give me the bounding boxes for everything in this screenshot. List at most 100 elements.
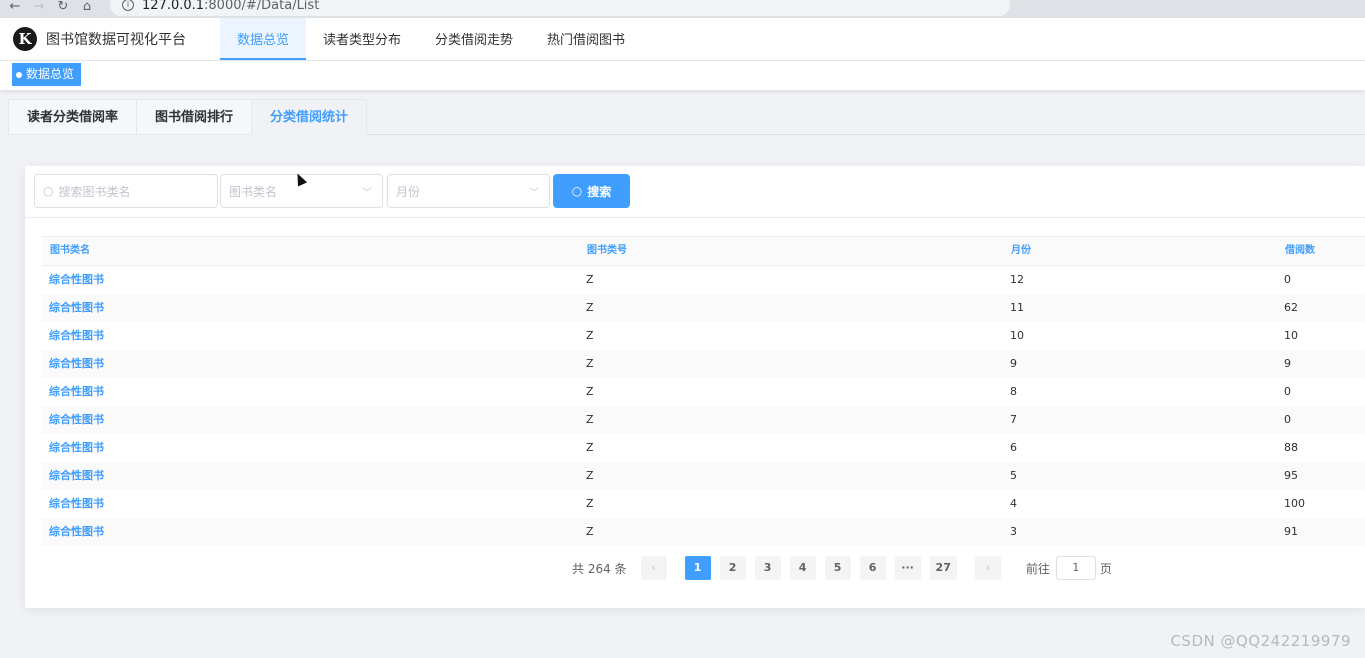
table-row[interactable]: 综合性图书 Z 10 10	[42, 322, 1365, 350]
top-header: K 图书馆数据可视化平台 数据总览 读者类型分布 分类借阅走势 热门借阅图书	[0, 18, 1365, 61]
table-row[interactable]: 综合性图书 Z 3 91	[42, 518, 1365, 546]
cell-category-name[interactable]: 综合性图书	[42, 378, 579, 406]
cell-category-name[interactable]: 综合性图书	[42, 518, 579, 546]
cell-category-code: Z	[586, 525, 594, 538]
cell-month: 6	[1010, 441, 1017, 454]
table-row[interactable]: 综合性图书 Z 9 9	[42, 350, 1365, 378]
search-button-label: 搜索	[587, 184, 612, 199]
goto-page: 前往 1 页	[1026, 556, 1112, 580]
search-icon: ○	[571, 184, 583, 198]
column-header-borrow-count[interactable]: 借阅数	[1277, 237, 1365, 265]
search-input-placeholder: 搜索图书类名	[58, 184, 131, 199]
cell-borrow-count: 10	[1284, 329, 1298, 342]
table-row[interactable]: 综合性图书 Z 6 88	[42, 434, 1365, 462]
table-row[interactable]: 综合性图书 Z 12 0	[42, 266, 1365, 294]
search-bar: ○ 搜索图书类名 图书类名 ﹀ 月份 ﹀ ○ 搜索	[25, 166, 1365, 218]
month-select[interactable]: 月份 ﹀	[387, 174, 550, 208]
table-row[interactable]: 综合性图书 Z 4 100	[42, 490, 1365, 518]
page-button[interactable]: 5	[824, 556, 851, 580]
table-row[interactable]: 综合性图书 Z 7 0	[42, 406, 1365, 434]
page-button[interactable]: 6	[859, 556, 886, 580]
table-row[interactable]: 综合性图书 Z 11 62	[42, 294, 1365, 322]
cell-category-name[interactable]: 综合性图书	[42, 266, 579, 294]
cell-category-code: Z	[586, 301, 594, 314]
cell-month: 3	[1010, 525, 1017, 538]
search-button[interactable]: ○ 搜索	[553, 174, 630, 208]
page-button[interactable]: 1	[684, 556, 711, 580]
menu-item-reader-types[interactable]: 读者类型分布	[306, 18, 418, 60]
cell-month: 4	[1010, 497, 1017, 510]
goto-suffix: 页	[1099, 561, 1112, 576]
data-table: 图书类名 图书类号 月份 借阅数 综合性图书 Z 12 0 综合性图书 Z 11 62 综合性图…	[42, 236, 1365, 546]
cell-borrow-count: 91	[1284, 525, 1298, 538]
column-header-month[interactable]: 月份	[1003, 237, 1277, 265]
column-header-category-code[interactable]: 图书类号	[579, 237, 1003, 265]
menu-item-popular-books[interactable]: 热门借阅图书	[530, 18, 642, 60]
search-input[interactable]: ○ 搜索图书类名	[34, 174, 218, 208]
cell-category-name[interactable]: 综合性图书	[42, 350, 579, 378]
page-button[interactable]: 27	[929, 556, 957, 580]
logo-icon: K	[13, 27, 37, 51]
more-pages-icon[interactable]: ···	[894, 556, 921, 580]
cell-category-code: Z	[586, 469, 594, 482]
total-count: 共 264 条	[572, 561, 627, 576]
next-page-icon[interactable]: ›	[974, 556, 1001, 580]
cell-category-code: Z	[586, 413, 594, 426]
cell-category-code: Z	[586, 329, 594, 342]
cell-borrow-count: 0	[1284, 413, 1291, 426]
menu-item-overview[interactable]: 数据总览	[220, 18, 307, 60]
page-button[interactable]: 4	[789, 556, 816, 580]
cell-category-name[interactable]: 综合性图书	[42, 322, 579, 350]
cell-borrow-count: 9	[1284, 357, 1291, 370]
cell-month: 9	[1010, 357, 1017, 370]
cell-category-code: Z	[586, 385, 594, 398]
page-button[interactable]: 2	[719, 556, 746, 580]
cell-month: 10	[1010, 329, 1024, 342]
cell-month: 11	[1010, 301, 1024, 314]
home-icon[interactable]: ⌂	[78, 0, 96, 16]
chevron-down-icon: ﹀	[362, 188, 372, 199]
tag-label: 数据总览	[26, 67, 75, 81]
table-row[interactable]: 综合性图书 Z 5 95	[42, 462, 1365, 490]
tab-reader-rate[interactable]: 读者分类借阅率	[8, 99, 137, 135]
url-path: :8000/#/Data/List	[204, 0, 320, 13]
menu-item-category-trend[interactable]: 分类借阅走势	[418, 18, 530, 60]
page-button[interactable]: 3	[754, 556, 781, 580]
reload-icon[interactable]: ↻	[54, 0, 72, 16]
column-header-category-name[interactable]: 图书类名	[42, 237, 579, 265]
cell-borrow-count: 95	[1284, 469, 1298, 482]
tab-book-ranking[interactable]: 图书借阅排行	[136, 99, 252, 135]
cell-category-name[interactable]: 综合性图书	[42, 434, 579, 462]
cell-borrow-count: 62	[1284, 301, 1298, 314]
month-select-placeholder: 月份	[396, 184, 421, 199]
info-icon[interactable]: i	[122, 0, 134, 11]
address-bar[interactable]: i 127.0.0.1:8000/#/Data/List	[110, 0, 1010, 16]
search-icon: ○	[43, 184, 54, 198]
cell-month: 8	[1010, 385, 1017, 398]
cell-month: 5	[1010, 469, 1017, 482]
goto-prefix: 前往	[1025, 561, 1050, 576]
cell-category-name[interactable]: 综合性图书	[42, 294, 579, 322]
table-row[interactable]: 综合性图书 Z 8 0	[42, 378, 1365, 406]
url-host: 127.0.0.1	[142, 0, 205, 13]
tab-category-stats[interactable]: 分类借阅统计	[251, 99, 368, 135]
goto-page-input[interactable]: 1	[1055, 556, 1096, 580]
cell-borrow-count: 0	[1284, 385, 1291, 398]
cell-category-name[interactable]: 综合性图书	[42, 490, 579, 518]
cell-month: 7	[1010, 413, 1017, 426]
cell-borrow-count: 0	[1284, 273, 1291, 286]
app-title: 图书馆数据可视化平台	[46, 32, 186, 48]
back-icon[interactable]: ←	[6, 0, 24, 16]
cell-category-code: Z	[586, 357, 594, 370]
cell-borrow-count: 100	[1284, 497, 1305, 510]
page-list: 1 2 3 4 5 6 ··· 27	[684, 556, 966, 580]
tag-overview[interactable]: 数据总览	[12, 63, 82, 86]
forward-icon[interactable]: →	[30, 0, 48, 16]
sub-tabs: 读者分类借阅率 图书借阅排行 分类借阅统计	[8, 99, 1365, 135]
cell-category-name[interactable]: 综合性图书	[42, 462, 579, 490]
pagination: 共 264 条 ‹ 1 2 3 4 5 6 ··· 27 › 前往 1 页	[572, 555, 1112, 581]
prev-page-icon[interactable]: ‹	[640, 556, 667, 580]
category-select-placeholder: 图书类名	[229, 184, 278, 199]
cell-category-name[interactable]: 综合性图书	[42, 406, 579, 434]
watermark: CSDN @QQ242219979	[1170, 632, 1351, 650]
